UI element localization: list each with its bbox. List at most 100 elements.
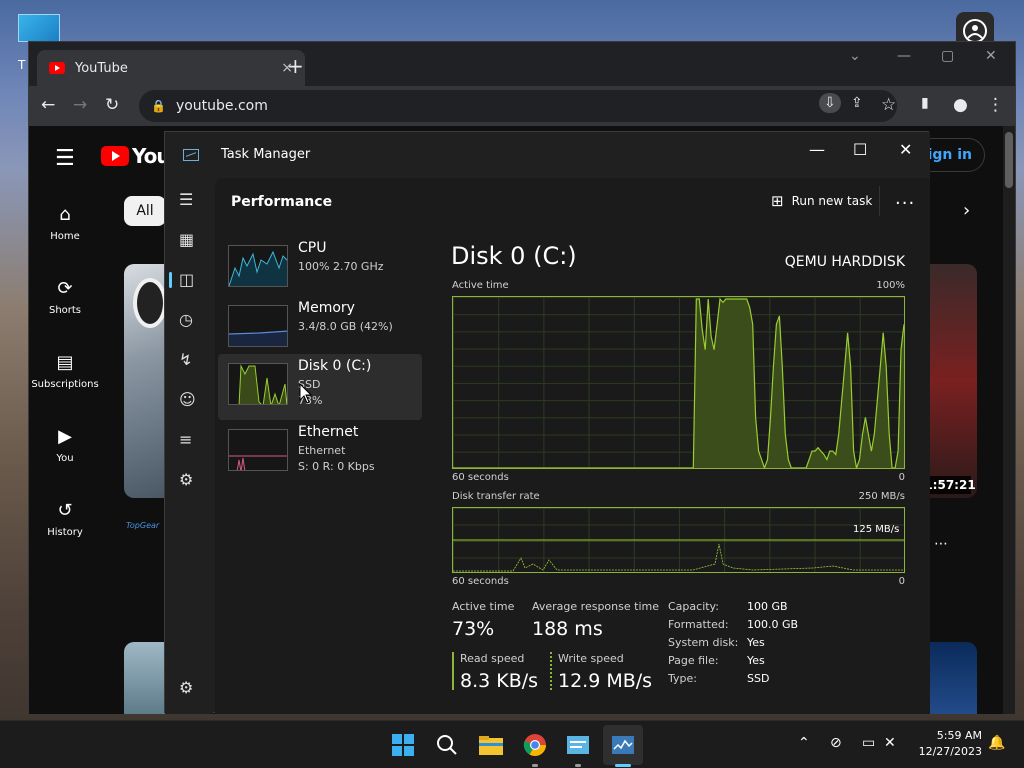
settings-gear-icon[interactable]: ⚙ xyxy=(179,678,193,697)
notifications-bell-icon[interactable]: 🔔 xyxy=(988,735,1005,751)
resource-memory[interactable]: Memory 3.4/8.0 GB (42%) xyxy=(218,296,422,362)
windows-logo-icon xyxy=(392,734,414,756)
tab-title: YouTube xyxy=(75,60,128,76)
startup-apps-icon[interactable]: ↯ xyxy=(179,350,192,369)
close-icon[interactable]: ✕ xyxy=(899,140,912,159)
run-task-icon: ⊞ xyxy=(771,192,784,210)
video-logo-badge xyxy=(133,278,167,328)
chrome-menu-icon[interactable]: ⋮ xyxy=(987,95,1004,115)
active-indicator xyxy=(615,764,631,767)
show-hidden-icons-icon[interactable]: ⌃ xyxy=(798,735,810,751)
nav-you[interactable]: ▶ You xyxy=(29,426,101,464)
resource-cpu[interactable]: CPU 100% 2.70 GHz xyxy=(218,236,422,302)
task-manager-taskbar-icon[interactable] xyxy=(603,725,643,765)
bookmark-star-icon[interactable]: ☆ xyxy=(881,95,896,115)
task-manager-app-icon xyxy=(183,149,199,161)
new-tab-button[interactable]: + xyxy=(287,54,304,78)
graph-seconds-label: 60 seconds xyxy=(452,472,509,483)
close-icon[interactable]: ✕ xyxy=(985,48,997,64)
running-indicator xyxy=(532,764,538,767)
tab-youtube[interactable]: YouTube × xyxy=(37,50,305,86)
processes-icon[interactable]: ▦ xyxy=(179,230,194,249)
maximize-icon[interactable]: ☐ xyxy=(853,140,867,159)
system-clock[interactable]: 5:59 AM 12/27/2023 xyxy=(910,728,982,760)
resource-usage: S: 0 R: 0 Kbps xyxy=(298,460,375,473)
taskbar: ⌃ ⊘ ▭ ✕ 5:59 AM 12/27/2023 🔔 xyxy=(0,720,1024,768)
notepad-icon[interactable] xyxy=(564,731,592,759)
clock-time: 5:59 AM xyxy=(936,729,982,742)
services-icon[interactable]: ⚙ xyxy=(179,470,193,489)
page-scrollbar[interactable] xyxy=(1003,126,1015,714)
page-title: Performance xyxy=(231,194,333,210)
resource-disk[interactable]: Disk 0 (C:) SSD 73% xyxy=(218,354,422,420)
minimize-icon[interactable]: — xyxy=(897,48,911,64)
you-icon: ▶ xyxy=(58,426,72,447)
network-icon[interactable]: ⊘ xyxy=(830,735,842,751)
transfer-rate-plot xyxy=(453,539,904,572)
run-new-task-label: Run new task xyxy=(791,194,873,208)
install-app-icon[interactable]: ⇩ xyxy=(819,93,841,113)
performance-icon[interactable]: ◫ xyxy=(179,270,194,289)
video-menu-icon[interactable]: ⋯ xyxy=(934,536,948,552)
clock-date: 12/27/2023 xyxy=(918,745,982,758)
chip-all[interactable]: All xyxy=(124,196,166,226)
search-icon[interactable] xyxy=(433,731,461,759)
hamburger-menu-icon[interactable]: ☰ xyxy=(179,190,193,209)
lock-icon: 🔒 xyxy=(151,99,166,113)
disk-mini-graph xyxy=(228,363,288,405)
desktop-shortcut-icon[interactable] xyxy=(18,14,60,42)
users-icon[interactable]: ☺ xyxy=(179,390,196,409)
nav-history[interactable]: ↺ History xyxy=(29,500,101,538)
nav-subscriptions[interactable]: ▤ Subscriptions xyxy=(29,352,101,390)
forward-icon[interactable]: → xyxy=(73,95,87,115)
video-thumbnail[interactable] xyxy=(124,642,166,714)
youtube-play-icon xyxy=(101,146,129,166)
task-manager-titlebar: Task Manager — ☐ ✕ xyxy=(165,132,930,178)
app-history-icon[interactable]: ◷ xyxy=(179,310,193,329)
task-manager-nav-rail: ☰ ▦ ◫ ◷ ↯ ☺ ≡ ⚙ ⚙ xyxy=(165,178,213,714)
transfer-rate-label: Disk transfer rate xyxy=(452,491,540,502)
stat-read-speed-value: 8.3 KB/s xyxy=(460,670,539,692)
chip-scroll-next-icon[interactable]: › xyxy=(963,200,970,221)
nav-shorts[interactable]: ⟳ Shorts xyxy=(29,278,101,316)
more-options-button[interactable]: ... xyxy=(895,188,915,209)
tab-search-icon[interactable]: ⌄ xyxy=(849,48,861,64)
details-icon[interactable]: ≡ xyxy=(179,430,192,449)
side-panel-icon[interactable]: ▮ xyxy=(921,95,929,111)
maximize-icon[interactable]: ▢ xyxy=(941,48,954,64)
run-new-task-button[interactable]: ⊞ Run new task xyxy=(771,192,872,210)
back-icon[interactable]: ← xyxy=(41,95,55,115)
share-icon[interactable]: ⇪ xyxy=(851,95,863,111)
video-thumbnail[interactable] xyxy=(929,264,977,498)
profile-icon[interactable]: ● xyxy=(953,95,968,115)
hamburger-menu-icon[interactable]: ☰ xyxy=(55,146,75,171)
display-icon[interactable]: ▭ xyxy=(862,735,875,751)
performance-panel: Performance ⊞ Run new task ... CPU 100% … xyxy=(215,178,930,714)
volume-muted-icon[interactable]: ✕ xyxy=(884,735,896,751)
reload-icon[interactable]: ↻ xyxy=(105,95,119,115)
graph-seconds-label: 60 seconds xyxy=(452,576,509,587)
prop-formatted-label: Formatted: xyxy=(668,618,729,631)
resource-ethernet[interactable]: Ethernet Ethernet S: 0 R: 0 Kbps xyxy=(218,420,422,486)
ethernet-mini-graph xyxy=(228,429,288,471)
chrome-icon[interactable] xyxy=(521,731,549,759)
nav-home[interactable]: ⌂ Home xyxy=(29,204,101,242)
youtube-logo[interactable]: YouTube xyxy=(101,144,166,168)
read-speed-marker xyxy=(452,652,454,690)
minimize-icon[interactable]: — xyxy=(809,140,825,159)
video-thumbnail[interactable] xyxy=(929,642,977,714)
resource-name: Memory xyxy=(298,300,355,316)
desktop-shortcut-label: T xyxy=(18,58,26,72)
resource-name: CPU xyxy=(298,240,327,256)
channel-avatar[interactable]: TopGear xyxy=(126,521,159,530)
task-manager-title: Task Manager xyxy=(221,147,311,162)
address-bar[interactable]: 🔒 youtube.com xyxy=(139,90,897,122)
stat-write-speed-label: Write speed xyxy=(558,652,624,665)
graph-zero-label: 0 xyxy=(898,472,905,483)
nav-home-label: Home xyxy=(50,231,80,242)
active-indicator xyxy=(169,272,172,288)
file-explorer-icon[interactable] xyxy=(477,731,505,759)
task-manager-window: Task Manager — ☐ ✕ ☰ ▦ ◫ ◷ ↯ ☺ ≡ ⚙ ⚙ Per… xyxy=(164,131,930,714)
scrollbar-thumb[interactable] xyxy=(1005,132,1013,188)
start-button[interactable] xyxy=(389,731,417,759)
